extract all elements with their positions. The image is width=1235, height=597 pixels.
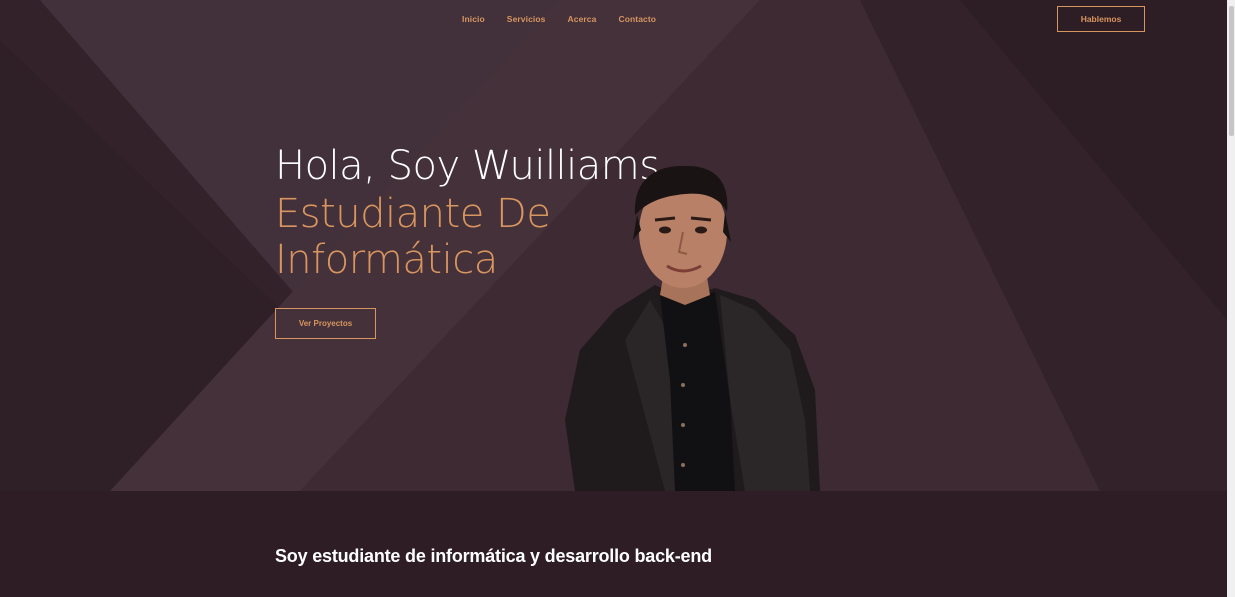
about-section: Soy estudiante de informática y desarrol…	[0, 491, 1227, 597]
ver-proyectos-button[interactable]: Ver Proyectos	[275, 308, 376, 339]
hablemos-button[interactable]: Hablemos	[1057, 6, 1145, 32]
nav-link-inicio[interactable]: Inicio	[462, 14, 485, 24]
main-nav: Inicio Servicios Acerca Contacto	[462, 14, 678, 24]
nav-link-acerca[interactable]: Acerca	[568, 14, 597, 24]
portrait-photo	[565, 165, 820, 491]
nav-link-contacto[interactable]: Contacto	[618, 14, 656, 24]
hero-section: Inicio Servicios Acerca Contacto Hablemo…	[0, 0, 1227, 491]
scrollbar-thumb[interactable]	[1229, 6, 1234, 136]
about-heading: Soy estudiante de informática y desarrol…	[275, 546, 712, 566]
page: Inicio Servicios Acerca Contacto Hablemo…	[0, 0, 1227, 597]
nav-link-servicios[interactable]: Servicios	[507, 14, 546, 24]
